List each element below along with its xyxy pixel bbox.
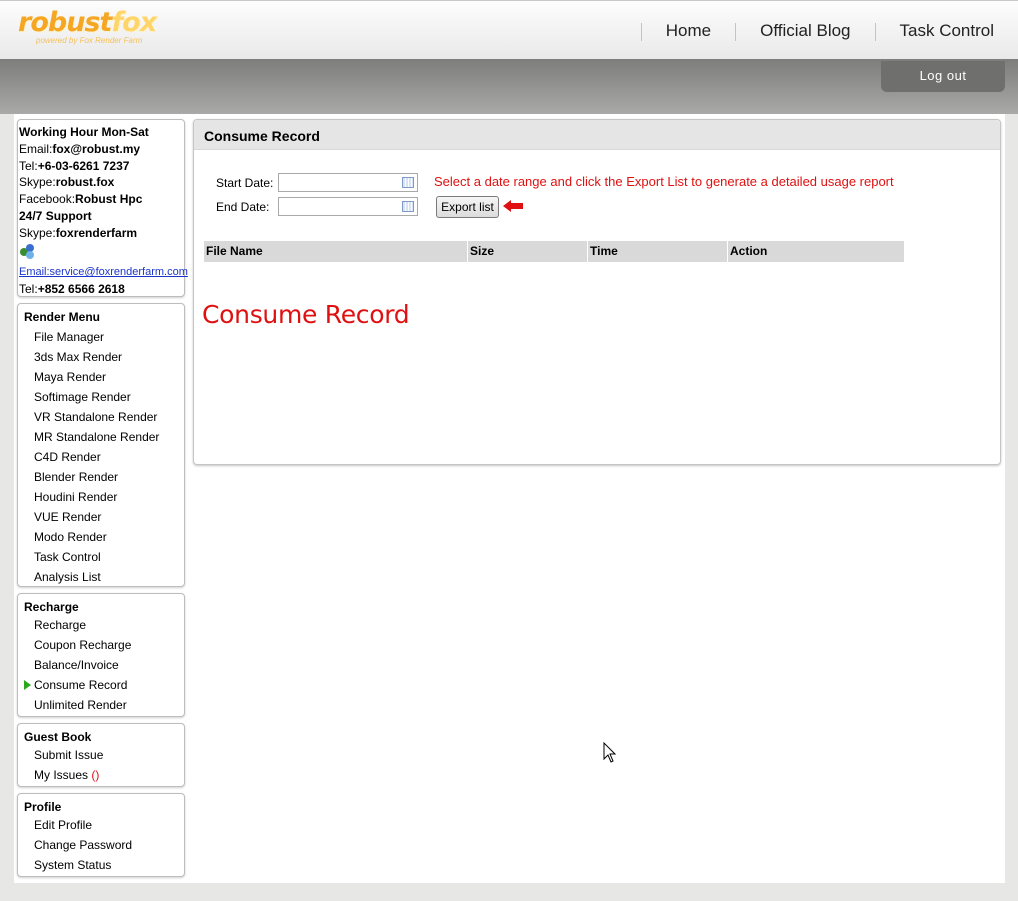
start-date-label: Start Date: [216, 176, 274, 190]
menu-my-issues[interactable]: My Issues () [18, 765, 184, 785]
calendar-icon[interactable] [402, 177, 414, 188]
contact-skype-support: foxrenderfarm [55, 225, 138, 240]
menu-houdini-render[interactable]: Houdini Render [18, 487, 184, 507]
menu-c4d-render[interactable]: C4D Render [18, 447, 184, 467]
issues-count: () [91, 768, 100, 782]
render-menu-title: Render Menu [24, 310, 101, 324]
menu-submit-issue[interactable]: Submit Issue [18, 745, 184, 765]
contact-facebook: Robust Hpc [75, 192, 143, 207]
menu-analysis-list[interactable]: Analysis List [18, 567, 184, 587]
msn-icon[interactable] [19, 243, 35, 259]
menu-file-manager[interactable]: File Manager [18, 327, 184, 347]
calendar-icon[interactable] [402, 201, 414, 212]
menu-modo-render[interactable]: Modo Render [18, 527, 184, 547]
profile-menu-box: Profile Edit Profile Change Password Sys… [17, 793, 185, 877]
menu-mr-standalone-render[interactable]: MR Standalone Render [18, 427, 184, 447]
support-email-link[interactable]: Email:service@foxrenderfarm.com [19, 266, 188, 278]
table-header: File Name Size Time Action [204, 241, 904, 262]
menu-consume-record[interactable]: Consume Record [18, 675, 184, 695]
menu-unlimited-render[interactable]: Unlimited Render [18, 695, 184, 715]
contact-tel: +6-03-6261 7237 [37, 158, 130, 173]
mouse-cursor-icon [603, 742, 617, 763]
export-hint: Select a date range and click the Export… [434, 174, 894, 189]
menu-vue-render[interactable]: VUE Render [18, 507, 184, 527]
menu-3ds-max-render[interactable]: 3ds Max Render [18, 347, 184, 367]
logout-button[interactable]: Log out [881, 61, 1005, 92]
consume-record-heading: Consume Record [202, 300, 410, 329]
guestbook-menu-box: Guest Book Submit Issue My Issues () [17, 723, 185, 787]
profile-menu-title: Profile [24, 800, 62, 814]
menu-task-control[interactable]: Task Control [18, 547, 184, 567]
menu-edit-profile[interactable]: Edit Profile [18, 815, 184, 835]
top-navigation: Home Official Blog Task Control [640, 19, 998, 43]
site-header: robustfox powered by Fox Render Farm Hom… [0, 0, 1018, 59]
contact-email: fox@robust.my [52, 141, 141, 156]
menu-maya-render[interactable]: Maya Render [18, 367, 184, 387]
column-file-name[interactable]: File Name [204, 241, 467, 262]
nav-task-control[interactable]: Task Control [876, 19, 998, 43]
menu-coupon-recharge[interactable]: Coupon Recharge [18, 635, 184, 655]
working-hour: Working Hour Mon-Sat [19, 125, 149, 139]
contact-tel-hk: +852 6566 2618 [37, 282, 125, 297]
menu-softimage-render[interactable]: Softimage Render [18, 387, 184, 407]
menu-blender-render[interactable]: Blender Render [18, 467, 184, 487]
start-date-input[interactable] [278, 173, 418, 192]
contact-info-box: Working Hour Mon-Sat Email:fox@robust.my… [17, 119, 188, 297]
consume-record-panel: Consume Record Start Date: End Date: Sel… [193, 119, 1001, 465]
logo-tagline: powered by Fox Render Farm [36, 36, 143, 45]
contact-skype: robust.fox [55, 175, 115, 190]
guestbook-menu-title: Guest Book [24, 730, 92, 744]
arrow-left-icon [503, 200, 523, 212]
column-time[interactable]: Time [587, 241, 727, 262]
nav-official-blog[interactable]: Official Blog [736, 19, 874, 43]
panel-title: Consume Record [194, 120, 1000, 150]
export-list-button[interactable]: Export list [436, 196, 499, 218]
nav-home[interactable]: Home [642, 19, 735, 43]
menu-balance-invoice[interactable]: Balance/Invoice [18, 655, 184, 675]
header-band [0, 59, 1018, 114]
support-label: 24/7 Support [19, 208, 92, 223]
menu-change-password[interactable]: Change Password [18, 835, 184, 855]
column-size[interactable]: Size [467, 241, 587, 262]
menu-system-status[interactable]: System Status [18, 855, 184, 875]
recharge-menu-box: Recharge Recharge Coupon Recharge Balanc… [17, 593, 185, 717]
end-date-label: End Date: [216, 200, 270, 214]
recharge-menu-title: Recharge [24, 600, 79, 614]
menu-recharge[interactable]: Recharge [18, 615, 184, 635]
end-date-input[interactable] [278, 197, 418, 216]
menu-vr-standalone-render[interactable]: VR Standalone Render [18, 407, 184, 427]
render-menu-box: Render Menu File Manager 3ds Max Render … [17, 303, 185, 587]
robustfox-logo[interactable]: robustfox powered by Fox Render Farm [18, 9, 173, 49]
column-action[interactable]: Action [727, 241, 904, 262]
